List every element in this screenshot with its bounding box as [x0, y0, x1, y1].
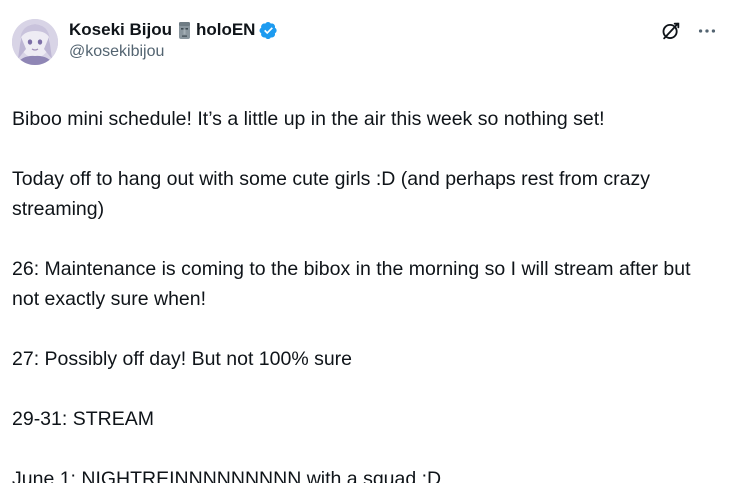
post-paragraph: 27: Possibly off day! But not 100% sure [12, 348, 353, 370]
post-paragraph: Biboo mini schedule! It’s a little up in… [12, 108, 605, 130]
avatar-image [12, 19, 58, 65]
grok-icon[interactable] [660, 20, 682, 42]
author-block: Koseki Bijou holoEN @kosekibijou [69, 18, 278, 61]
more-options-icon[interactable] [696, 20, 718, 42]
post-paragraph: 26: Maintenance is coming to the bibox i… [12, 258, 691, 310]
post-text: Biboo mini schedule! It’s a little up in… [12, 104, 712, 483]
post-paragraph: 29-31: STREAM [12, 408, 154, 430]
post-paragraph: Today off to hang out with some cute gir… [12, 168, 651, 220]
avatar[interactable] [12, 19, 58, 65]
post: Koseki Bijou holoEN @kosekibijou Biboo m… [0, 0, 742, 483]
org-tag[interactable]: holoEN [196, 20, 256, 40]
handle[interactable]: @kosekibijou [69, 43, 278, 61]
display-name[interactable]: Koseki Bijou [69, 20, 172, 40]
moai-icon [176, 21, 193, 40]
name-row[interactable]: Koseki Bijou holoEN [69, 18, 278, 42]
post-paragraph: June 1: NIGHTREINNNNNNNNN with a squad :… [12, 468, 442, 483]
verified-badge-icon[interactable] [259, 21, 278, 40]
post-actions [660, 20, 718, 42]
post-header: Koseki Bijou holoEN @kosekibijou [12, 14, 726, 76]
